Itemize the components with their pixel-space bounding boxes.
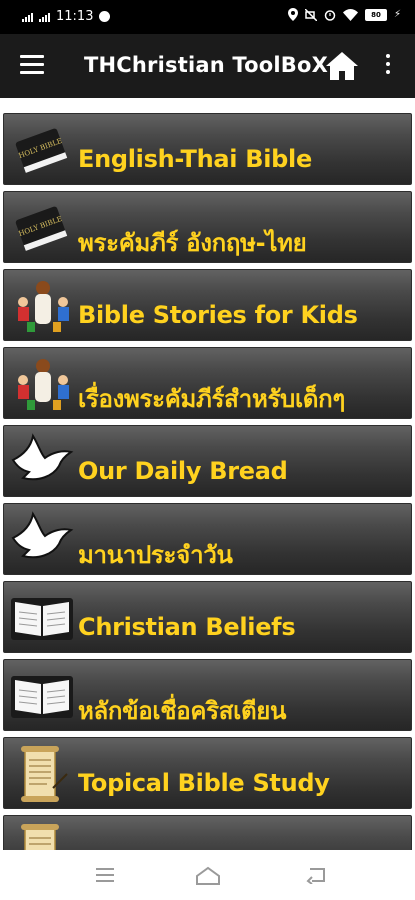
menu-item-daily-manna[interactable]: มานาประจำวัน: [3, 503, 412, 575]
menu-item-label: หลักข้อเชื่อคริสเตียน: [78, 697, 287, 725]
menu-item-topical-bible-study[interactable]: Topical Bible Study: [3, 737, 412, 809]
wifi-icon: [342, 8, 358, 21]
scroll-icon: [21, 746, 68, 802]
dove-icon: [11, 511, 74, 559]
open-bible-icon: [11, 598, 73, 640]
menu-item-label: Our Daily Bread: [78, 457, 288, 485]
menu-item-label: Bible Stories for Kids: [78, 301, 358, 329]
menu-icon[interactable]: [20, 55, 44, 75]
app-title: THChristian ToolBoX: [84, 53, 328, 77]
status-time: 11:13: [56, 9, 94, 24]
home-icon[interactable]: [325, 50, 359, 82]
dove-icon: [11, 433, 74, 481]
menu-item-christian-beliefs[interactable]: Christian Beliefs: [3, 581, 412, 653]
open-bible-icon: [11, 676, 73, 718]
jesus-children-icon: [18, 281, 69, 332]
signal-icon-2: [39, 12, 50, 22]
menu-item-english-thai-bible[interactable]: HOLY BIBLE English-Thai Bible: [3, 113, 412, 185]
menu-item-label: เรื่องพระคัมภีร์สำหรับเด็กๆ: [78, 385, 345, 413]
charging-icon: ⚡: [393, 9, 401, 20]
recent-apps-icon[interactable]: [94, 866, 116, 884]
battery-icon: 80: [364, 8, 387, 21]
menu-item-our-daily-bread[interactable]: Our Daily Bread: [3, 425, 412, 497]
more-options-icon[interactable]: [384, 54, 392, 78]
menu-item-label: พระคัมภีร์ อังกฤษ-ไทย: [78, 229, 307, 257]
bible-book-icon: HOLY BIBLE: [15, 128, 68, 173]
scroll-icon: [21, 824, 59, 850]
menu-item-label: English-Thai Bible: [78, 145, 312, 173]
status-right: 80 ⚡: [287, 8, 401, 21]
system-nav-bar: [0, 850, 415, 900]
menu-item-bible-stories-kids[interactable]: Bible Stories for Kids: [3, 269, 412, 341]
menu-item-label: Topical Bible Study: [78, 769, 330, 797]
status-left: 11:13: [22, 9, 111, 24]
menu-item-thai-bible-stories-kids[interactable]: เรื่องพระคัมภีร์สำหรับเด็กๆ: [3, 347, 412, 419]
location-icon: [287, 8, 298, 21]
menu-list[interactable]: HOLY BIBLE English-Thai Bible HOLY BIBLE…: [0, 98, 415, 850]
signal-icon: [22, 12, 33, 22]
alarm-icon: [324, 9, 336, 21]
app-bar: THChristian ToolBoX: [0, 34, 415, 98]
notification-icon: [99, 11, 111, 22]
menu-item-label: มานาประจำวัน: [78, 541, 233, 569]
back-icon[interactable]: [306, 866, 328, 884]
mute-icon: [304, 8, 317, 21]
menu-item-topical-bible-study-thai[interactable]: [3, 815, 412, 850]
jesus-children-icon: [18, 359, 69, 410]
menu-item-thai-english-bible[interactable]: HOLY BIBLE พระคัมภีร์ อังกฤษ-ไทย: [3, 191, 412, 263]
menu-item-label: Christian Beliefs: [78, 613, 296, 641]
status-bar: 11:13 80 ⚡: [0, 0, 415, 34]
bible-book-icon: HOLY BIBLE: [15, 206, 68, 251]
menu-item-thai-christian-beliefs[interactable]: หลักข้อเชื่อคริสเตียน: [3, 659, 412, 731]
home-nav-icon[interactable]: [195, 866, 221, 886]
